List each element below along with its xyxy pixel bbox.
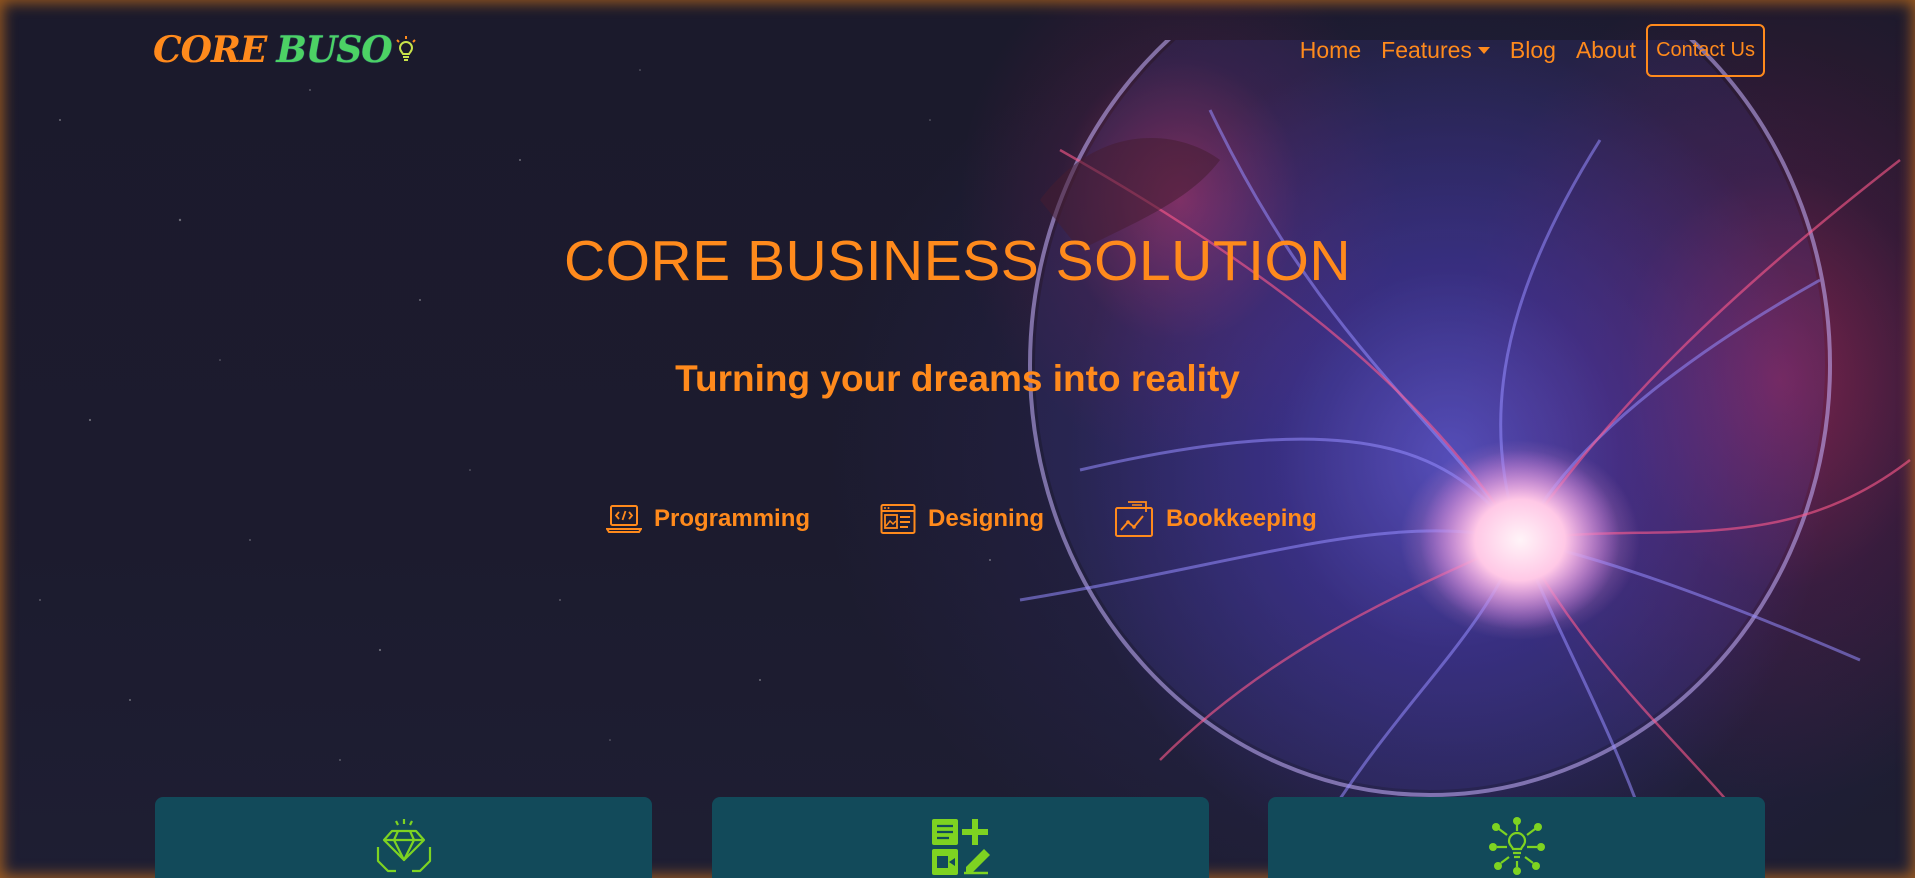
star-field	[39, 69, 991, 761]
nav-blog-link[interactable]: Blog	[1510, 37, 1556, 64]
nav-about-label: About	[1575, 36, 1637, 63]
main-nav: Home Features Blog About Contact Us	[1280, 22, 1765, 78]
service-programming[interactable]: Programming	[606, 503, 810, 535]
nav-about-link[interactable]: About	[1576, 37, 1636, 64]
lightbulb-icon	[395, 36, 416, 61]
service-designing[interactable]: Designing	[880, 503, 1044, 535]
services-row: Programming Designing Bookkeeping	[606, 500, 1317, 538]
nav-features-label: Features	[1381, 36, 1472, 63]
laptop-code-icon	[606, 505, 642, 533]
idea-network-icon	[1488, 817, 1545, 875]
logo-text-buso: BUSO	[276, 29, 392, 71]
apps-grid-icon	[931, 819, 990, 875]
nav-blog-label: Blog	[1509, 36, 1556, 63]
nav-home-label: Home	[1299, 36, 1362, 63]
brand-logo[interactable]: CORE BUSO	[153, 28, 418, 72]
hero-title: CORE BUSINESS SOLUTION	[564, 229, 1351, 293]
feature-card-3	[1268, 797, 1765, 878]
service-designing-label: Designing	[928, 505, 1045, 532]
service-bookkeeping-label: Bookkeeping	[1166, 505, 1317, 532]
hero-section: CORE BUSO Home Features Blog About Conta…	[0, 0, 1915, 878]
hero-subtitle: Turning your dreams into reality	[675, 358, 1240, 399]
feature-card-2	[712, 797, 1209, 878]
chevron-down-icon	[1477, 46, 1490, 54]
feature-card-1	[155, 797, 652, 878]
ledger-chart-icon	[1115, 501, 1154, 537]
plasma-ball-background	[1019, 40, 1911, 871]
service-bookkeeping[interactable]: Bookkeeping	[1114, 500, 1317, 538]
web-layout-icon	[880, 504, 916, 534]
contact-us-button[interactable]: Contact Us	[1646, 23, 1765, 77]
logo-text-core: CORE	[153, 29, 267, 71]
nav-features-dropdown[interactable]: Features	[1381, 37, 1490, 64]
nav-home-link[interactable]: Home	[1300, 37, 1361, 64]
service-programming-label: Programming	[654, 505, 811, 532]
diamond-hands-icon	[376, 819, 431, 873]
